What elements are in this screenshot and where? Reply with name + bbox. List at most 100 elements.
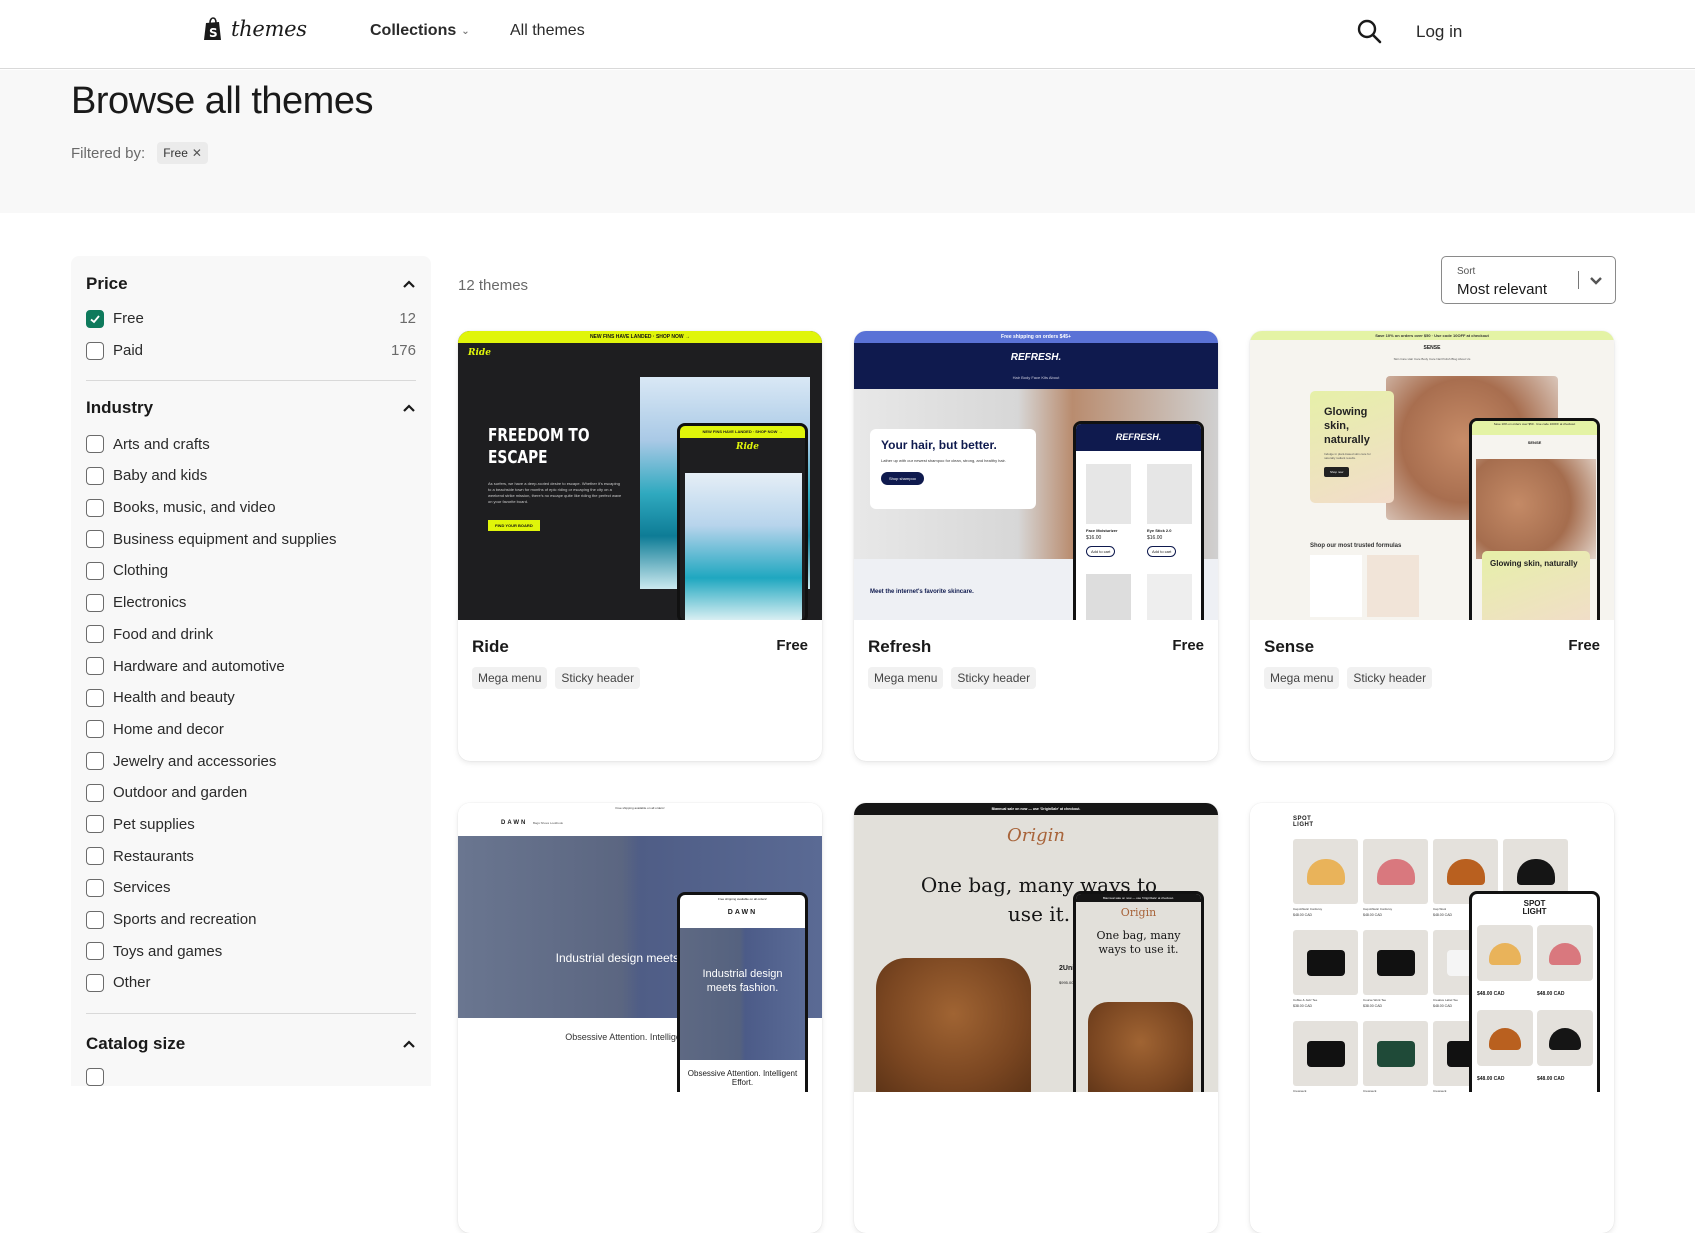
- mobile-headline: One bag, many ways to use it.: [1096, 929, 1181, 956]
- logo-text: themes: [231, 17, 307, 41]
- nav-all-themes-label: All themes: [510, 22, 585, 39]
- close-icon[interactable]: ✕: [192, 146, 202, 160]
- filter-chip-free[interactable]: Free ✕: [157, 142, 208, 164]
- theme-preview-refresh[interactable]: Free shipping on orders $45+ REFRESH. Ha…: [854, 331, 1218, 620]
- filter-option-paid[interactable]: Paid 176: [86, 335, 416, 367]
- checkbox[interactable]: [86, 466, 104, 485]
- theme-preview-dawn[interactable]: Free shipping available on all orders! D…: [458, 803, 822, 1092]
- product-shape: [1377, 1041, 1415, 1067]
- checkbox[interactable]: [86, 530, 104, 549]
- filter-option-industry[interactable]: Sports and recreation: [86, 904, 416, 936]
- option-label: Books, music, and video: [113, 499, 276, 517]
- filter-option-industry[interactable]: Jewelry and accessories: [86, 745, 416, 777]
- theme-card-dawn[interactable]: Free shipping available on all orders! D…: [458, 803, 822, 1233]
- preview-nav: Skin Care Hair Care Body Care Nail Polis…: [1393, 357, 1471, 361]
- checkbox[interactable]: [86, 593, 104, 612]
- checkbox[interactable]: [86, 1067, 104, 1086]
- preview-headline: Your hair, but better.: [881, 438, 997, 452]
- checkbox[interactable]: [86, 625, 104, 644]
- product-shape: [1517, 859, 1555, 885]
- theme-card-refresh[interactable]: Free shipping on orders $45+ REFRESH. Ha…: [854, 331, 1218, 761]
- theme-card-ride[interactable]: NEW FINS HAVE LANDED · SHOP NOW → Ride F…: [458, 331, 822, 761]
- chevron-up-icon: [403, 404, 415, 413]
- search-icon[interactable]: [1356, 18, 1382, 44]
- filter-option-industry[interactable]: Toys and games: [86, 935, 416, 967]
- filter-option-industry[interactable]: Food and drink: [86, 619, 416, 651]
- mobile-product-price: $16.00: [1086, 535, 1102, 541]
- checkbox[interactable]: [86, 498, 104, 517]
- filter-option-industry[interactable]: Home and decor: [86, 714, 416, 746]
- preview-product-name: Course Work Tee: [1363, 998, 1387, 1002]
- theme-card-sense[interactable]: Save 10% on orders over $50 · Use code 1…: [1250, 331, 1614, 761]
- filter-option-industry[interactable]: Electronics: [86, 587, 416, 619]
- checkbox[interactable]: [86, 910, 104, 929]
- preview-brand: DAWN: [501, 820, 528, 826]
- preview-product-name: Crewneck: [1293, 1089, 1307, 1092]
- filter-option-industry[interactable]: Business equipment and supplies: [86, 523, 416, 555]
- filter-option-industry[interactable]: Books, music, and video: [86, 492, 416, 524]
- checkbox[interactable]: [86, 688, 104, 707]
- checkbox[interactable]: [86, 815, 104, 834]
- checkbox[interactable]: [86, 878, 104, 897]
- theme-card-origin[interactable]: Biannual sale on now — use 'OriginSale' …: [854, 803, 1218, 1233]
- filter-option-industry[interactable]: Services: [86, 872, 416, 904]
- mobile-product-price: $48.00 CAD: [1537, 1076, 1565, 1082]
- preview-body: Indulge in plant-based skin care for nat…: [1324, 452, 1371, 460]
- facet-catalog-size-toggle[interactable]: Catalog size: [86, 1030, 416, 1058]
- filter-option-free[interactable]: Free 12: [86, 303, 416, 335]
- filter-option-industry[interactable]: Restaurants: [86, 840, 416, 872]
- filter-option-industry[interactable]: Health and beauty: [86, 682, 416, 714]
- filter-option-industry[interactable]: Hardware and automotive: [86, 650, 416, 682]
- preview-product-tile: [1363, 839, 1428, 904]
- option-label: Pet supplies: [113, 815, 195, 833]
- checkbox[interactable]: [86, 435, 104, 454]
- checkbox[interactable]: [86, 341, 104, 360]
- mobile-product-image: [1086, 574, 1131, 620]
- option-label: Services: [113, 879, 171, 897]
- product-shape: [1307, 859, 1345, 885]
- preview-mobile: Biannual sale on now — use 'OriginSale' …: [1073, 891, 1204, 1092]
- filter-option-industry[interactable]: Outdoor and garden: [86, 777, 416, 809]
- product-shape: [1377, 950, 1415, 976]
- theme-card-spotlight[interactable]: SPOT LIGHT Cap Athletic Corduroy $48.00 C…: [1250, 803, 1614, 1233]
- theme-preview-sense[interactable]: Save 10% on orders over $50 · Use code 1…: [1250, 331, 1614, 620]
- feature-tag: Sticky header: [1347, 667, 1433, 689]
- filter-option-industry[interactable]: Arts and crafts: [86, 428, 416, 460]
- shopify-themes-logo[interactable]: S themes: [203, 17, 307, 41]
- checkbox[interactable]: [86, 973, 104, 992]
- facet-industry-toggle[interactable]: Industry: [86, 394, 416, 422]
- nav-collections[interactable]: Collections ⌄: [370, 22, 470, 40]
- theme-price: Free: [1568, 637, 1600, 654]
- chevron-down-icon: ⌄: [461, 25, 470, 37]
- checkbox[interactable]: [86, 720, 104, 739]
- checkbox-checked[interactable]: [86, 309, 104, 328]
- preview-product-price: $995.00: [1059, 980, 1074, 985]
- checkbox[interactable]: [86, 783, 104, 802]
- checkbox[interactable]: [86, 752, 104, 771]
- checkbox[interactable]: [86, 847, 104, 866]
- mobile-product-price: $48.00 CAD: [1477, 1076, 1505, 1082]
- theme-preview-origin[interactable]: Biannual sale on now — use 'OriginSale' …: [854, 803, 1218, 1092]
- preview-mobile: REFRESH. Face Moisturizer $16.00 Eye Sti…: [1073, 421, 1204, 620]
- checkbox[interactable]: [86, 561, 104, 580]
- mobile-product-tile: [1537, 925, 1593, 981]
- checkbox[interactable]: [86, 657, 104, 676]
- sort-select[interactable]: Sort Most relevant: [1441, 256, 1616, 304]
- filter-option-industry[interactable]: Pet supplies: [86, 809, 416, 841]
- filter-option-industry[interactable]: Other: [86, 967, 416, 999]
- shopify-bag-icon: S: [204, 17, 221, 40]
- chevron-up-icon: [403, 1040, 415, 1048]
- nav-all-themes[interactable]: All themes: [510, 22, 585, 40]
- filter-option-industry[interactable]: Baby and kids: [86, 460, 416, 492]
- sort-separator: [1578, 271, 1579, 289]
- theme-preview-ride[interactable]: NEW FINS HAVE LANDED · SHOP NOW → Ride F…: [458, 331, 822, 620]
- filtered-by-label: Filtered by:: [71, 144, 146, 162]
- filter-chip-label: Free: [163, 146, 188, 160]
- checkbox[interactable]: [86, 942, 104, 961]
- facet-price-toggle[interactable]: Price: [86, 270, 416, 298]
- filter-option-industry[interactable]: Clothing: [86, 555, 416, 587]
- login-link[interactable]: Log in: [1416, 22, 1462, 42]
- option-label: Business equipment and supplies: [113, 530, 337, 548]
- theme-preview-spotlight[interactable]: SPOT LIGHT Cap Athletic Corduroy $48.00 C…: [1250, 803, 1614, 1092]
- preview-product-price: $48.00 CAD: [1433, 1004, 1453, 1008]
